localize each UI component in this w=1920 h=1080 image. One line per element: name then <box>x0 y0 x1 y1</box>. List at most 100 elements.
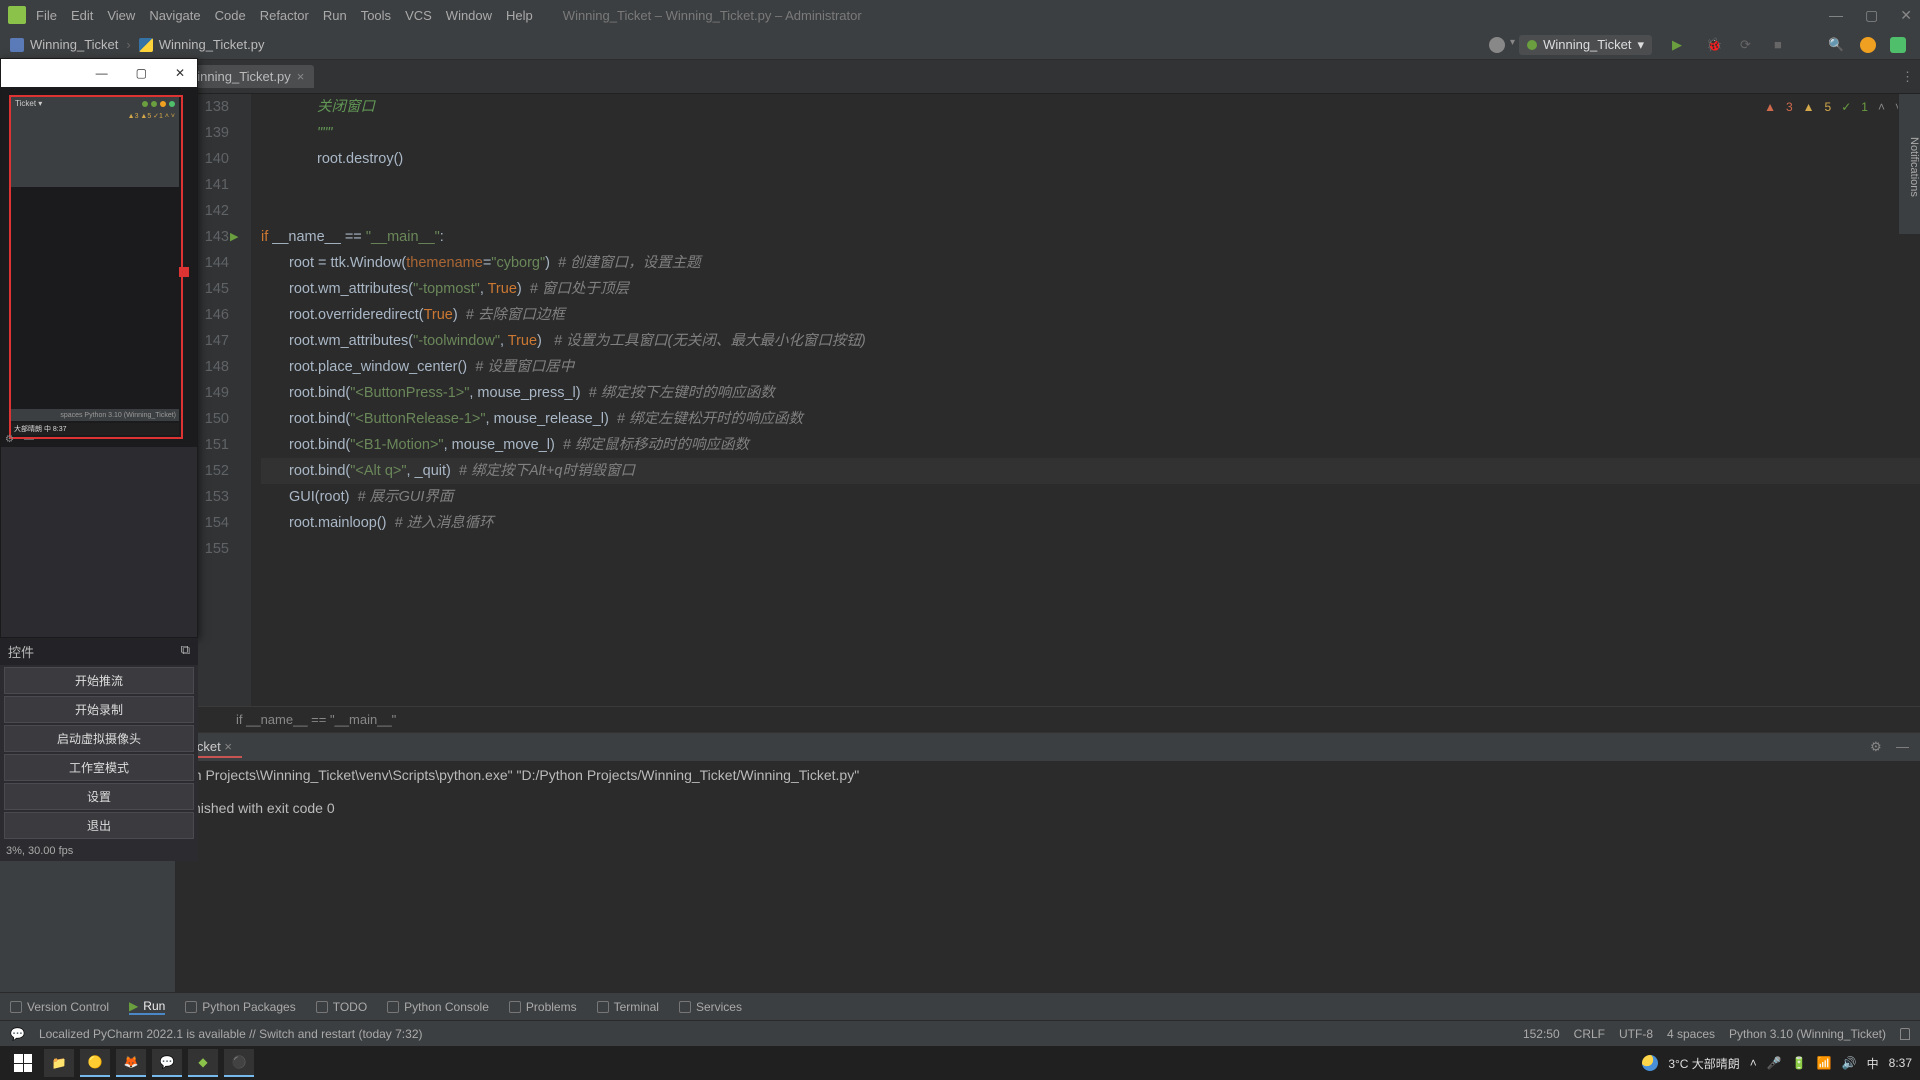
menu-navigate[interactable]: Navigate <box>149 8 200 23</box>
run-settings-icon[interactable]: ⚙ <box>1870 739 1886 755</box>
obs-start-recording-button[interactable]: 开始录制 <box>4 696 194 723</box>
tab-close-icon[interactable]: × <box>297 69 305 84</box>
obs-taskbar-icon[interactable]: ⚫ <box>224 1049 254 1077</box>
tw-todo[interactable]: TODO <box>316 1000 367 1014</box>
readonly-lock-icon[interactable] <box>1900 1028 1910 1040</box>
obs-gear-icon[interactable]: ⚙ <box>5 434 14 445</box>
search-everywhere-icon[interactable]: 🔍 <box>1828 37 1844 53</box>
firefox-icon[interactable]: 🦊 <box>116 1049 146 1077</box>
menu-refactor[interactable]: Refactor <box>260 8 309 23</box>
menu-tools[interactable]: Tools <box>361 8 391 23</box>
obs-hide-icon[interactable]: — <box>24 434 34 445</box>
menu-edit[interactable]: Edit <box>71 8 93 23</box>
battery-icon[interactable]: 🔋 <box>1792 1056 1807 1070</box>
crumb-file[interactable]: Winning_Ticket.py <box>159 37 265 52</box>
maximize-icon[interactable]: ▢ <box>1865 7 1878 24</box>
event-log-icon[interactable]: 💬 <box>10 1027 25 1041</box>
run-config-dot-icon <box>1527 40 1537 50</box>
ime-indicator[interactable]: 中 <box>1867 1055 1879 1072</box>
obs-minimize-icon[interactable]: — <box>96 66 108 80</box>
chevron-down-icon: ▾ <box>1637 37 1644 53</box>
tw-run[interactable]: ▶Run <box>129 999 165 1015</box>
menu-code[interactable]: Code <box>215 8 246 23</box>
python-interpreter[interactable]: Python 3.10 (Winning_Ticket) <box>1729 1027 1886 1041</box>
menu-vcs[interactable]: VCS <box>405 8 432 23</box>
obs-controls-dock: 控件 ⧉ 开始推流 开始录制 启动虚拟摄像头 工作室模式 设置 退出 3%, 3… <box>0 638 198 861</box>
network-icon[interactable]: 📶 <box>1817 1056 1832 1070</box>
todo-icon <box>316 1001 328 1013</box>
start-button[interactable] <box>8 1049 38 1077</box>
debug-button[interactable]: 🐞 <box>1706 37 1722 53</box>
weather-icon[interactable] <box>1642 1055 1658 1071</box>
chevron-right-icon: › <box>126 37 130 52</box>
run-config-selector[interactable]: Winning_Ticket ▾ <box>1519 35 1652 55</box>
pycharm-taskbar-icon[interactable]: ◆ <box>188 1049 218 1077</box>
account-icon[interactable] <box>1489 37 1505 53</box>
close-icon[interactable]: ✕ <box>1900 7 1912 24</box>
obs-window[interactable]: — ▢ ✕ Ticket ▾ ▲3 ▲5 ✓1 ˄ ˅ spaces Pytho… <box>0 58 198 638</box>
code-editor[interactable]: 138139140141142143▶144145146147148149150… <box>176 94 1920 706</box>
weather-text[interactable]: 3°C 大部晴朗 <box>1668 1055 1739 1072</box>
obs-status-text: 3%, 30.00 fps <box>0 841 198 861</box>
tw-version-control[interactable]: Version Control <box>10 1000 109 1014</box>
minimize-icon[interactable]: — <box>1829 7 1843 24</box>
caret-position[interactable]: 152:50 <box>1523 1027 1560 1041</box>
menu-help[interactable]: Help <box>506 8 533 23</box>
obs-start-virtualcam-button[interactable]: 启动虚拟摄像头 <box>4 725 194 752</box>
problems-icon <box>509 1001 521 1013</box>
obs-titlebar: — ▢ ✕ <box>1 59 197 87</box>
indent-config[interactable]: 4 spaces <box>1667 1027 1715 1041</box>
obs-close-icon[interactable]: ✕ <box>175 66 185 80</box>
project-folder-icon <box>10 38 24 52</box>
ide-help-icon[interactable] <box>1860 37 1876 53</box>
obs-settings-button[interactable]: 设置 <box>4 783 194 810</box>
crumb-project[interactable]: Winning_Ticket <box>30 37 118 52</box>
editor-tab-label: Winning_Ticket.py <box>185 69 291 84</box>
line-separator[interactable]: CRLF <box>1574 1027 1605 1041</box>
code-area[interactable]: 关闭窗口"""root.destroy()if __name__ == "__m… <box>251 94 1920 706</box>
microphone-icon[interactable]: 🎤 <box>1767 1056 1782 1070</box>
obs-exit-button[interactable]: 退出 <box>4 812 194 839</box>
mini-debug-icon <box>151 101 157 107</box>
obs-maximize-icon[interactable]: ▢ <box>136 66 147 80</box>
obs-mini-config: Ticket ▾ <box>15 99 42 108</box>
stop-button[interactable]: ■ <box>1774 37 1790 53</box>
status-message[interactable]: Localized PyCharm 2022.1 is available //… <box>39 1027 423 1041</box>
gutter-run-icon[interactable]: ▶ <box>230 224 238 250</box>
project-toolbar: — Winning_Ticket.py × ⋮ <box>0 60 1920 94</box>
obs-dock-popout-icon[interactable]: ⧉ <box>181 642 190 661</box>
obs-resize-handle-icon[interactable] <box>179 267 189 277</box>
tw-python-console[interactable]: Python Console <box>387 1000 489 1014</box>
tw-services[interactable]: Services <box>679 1000 742 1014</box>
run-output[interactable]: on Projects\Winning_Ticket\venv\Scripts\… <box>176 761 1920 992</box>
obs-studio-mode-button[interactable]: 工作室模式 <box>4 754 194 781</box>
file-encoding[interactable]: UTF-8 <box>1619 1027 1653 1041</box>
run-button[interactable]: ▶ <box>1672 37 1688 53</box>
notifications-stripe[interactable]: Notifications <box>1898 94 1920 234</box>
clock[interactable]: 8:37 <box>1889 1056 1912 1070</box>
run-hide-icon[interactable]: — <box>1896 739 1912 755</box>
menu-window[interactable]: Window <box>446 8 492 23</box>
run-play-icon: ▶ <box>129 999 138 1013</box>
volume-icon[interactable]: 🔊 <box>1842 1056 1857 1070</box>
run-coverage-button[interactable]: ⟳ <box>1740 37 1756 53</box>
file-explorer-icon[interactable]: 📁 <box>44 1049 74 1077</box>
wechat-icon[interactable]: 💬 <box>152 1049 182 1077</box>
tw-problems[interactable]: Problems <box>509 1000 577 1014</box>
tray-chevron-up-icon[interactable]: ˄ <box>1750 1056 1757 1070</box>
terminal-icon <box>597 1001 609 1013</box>
menu-run[interactable]: Run <box>323 8 347 23</box>
more-options-icon[interactable]: ⋮ <box>1901 69 1912 85</box>
obs-start-streaming-button[interactable]: 开始推流 <box>4 667 194 694</box>
code-with-me-icon[interactable] <box>1890 37 1906 53</box>
editor-breadcrumb[interactable]: if __name__ == "__main__" <box>176 706 1920 732</box>
obs-controls-header: 控件 <box>8 642 34 661</box>
tw-terminal[interactable]: Terminal <box>597 1000 659 1014</box>
menu-view[interactable]: View <box>107 8 135 23</box>
menu-file[interactable]: File <box>36 8 57 23</box>
tw-python-packages[interactable]: Python Packages <box>185 1000 295 1014</box>
python-file-icon <box>139 38 153 52</box>
obs-mini-taskbar: 大部晴朗 中 8:37 <box>11 423 179 435</box>
chrome-icon[interactable]: 🟡 <box>80 1049 110 1077</box>
obs-preview[interactable]: Ticket ▾ ▲3 ▲5 ✓1 ˄ ˅ spaces Python 3.10… <box>1 87 197 447</box>
